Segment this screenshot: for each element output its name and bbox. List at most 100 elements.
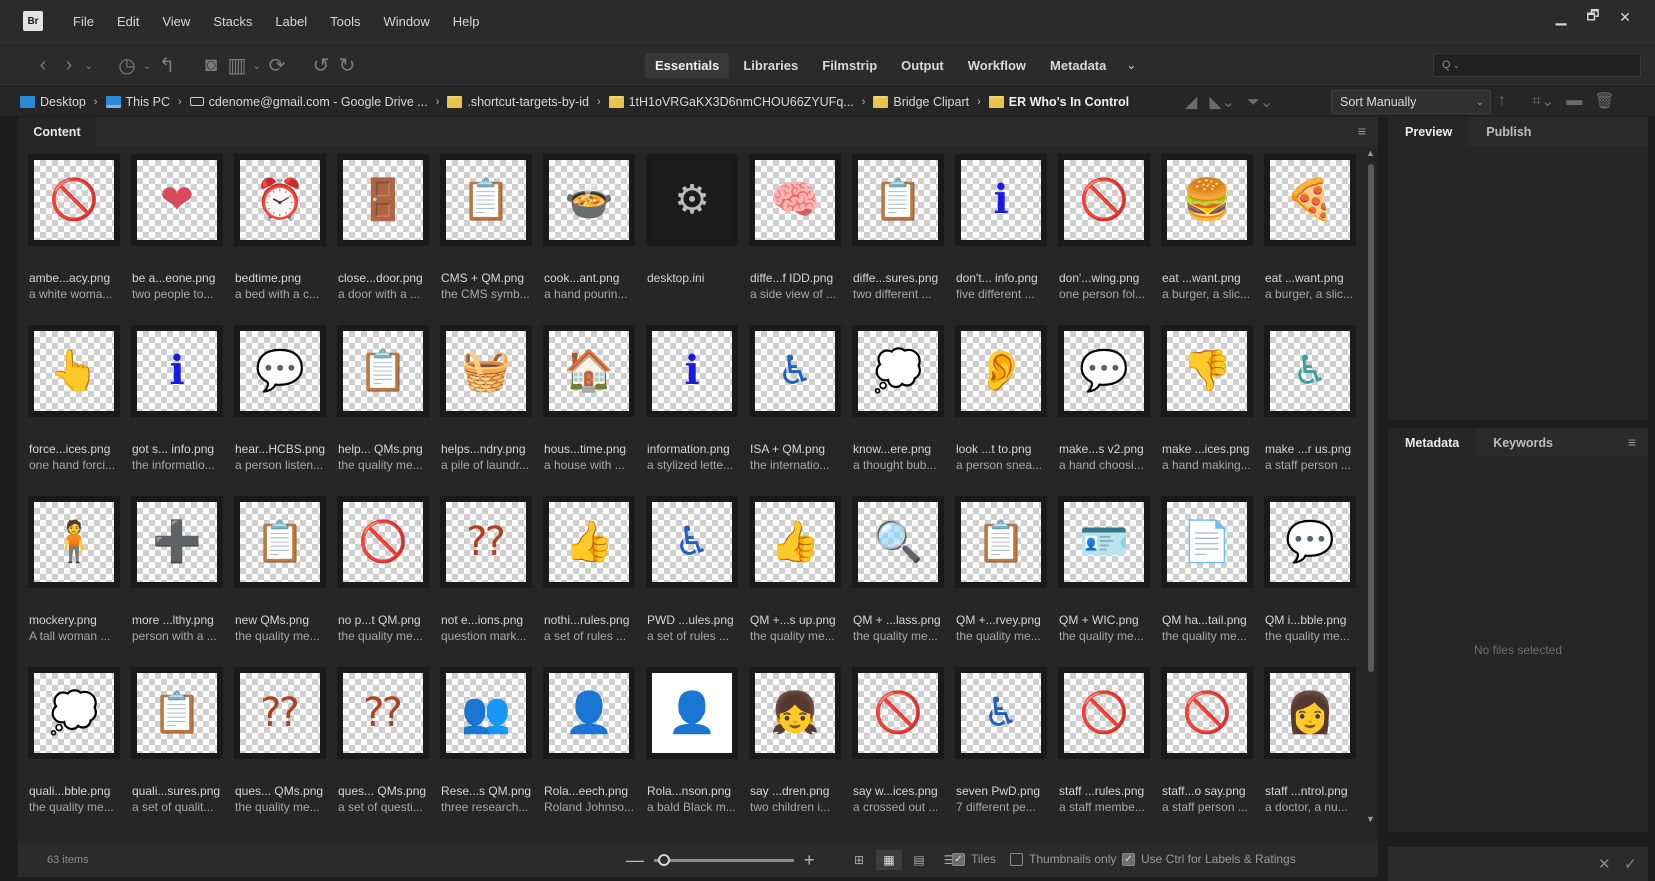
zoom-slider-knob[interactable] bbox=[658, 854, 670, 866]
thumbnail-frame[interactable]: 🚫 bbox=[852, 667, 944, 759]
tab-content[interactable]: Content bbox=[18, 117, 96, 146]
file-thumbnail[interactable]: ℹ got s... info.png the informatio... bbox=[127, 325, 230, 496]
file-thumbnail[interactable]: 🧺 helps...ndry.png a pile of laundr... bbox=[436, 325, 539, 496]
file-thumbnail[interactable]: ♿ PWD ...ules.png a set of rules ... bbox=[642, 496, 745, 667]
return-icon[interactable]: ↰ bbox=[154, 53, 180, 78]
thumbnail-frame[interactable]: ♿ bbox=[955, 667, 1047, 759]
breadcrumb-item[interactable]: This PC bbox=[105, 95, 170, 109]
breadcrumb-item[interactable]: Bridge Clipart bbox=[873, 95, 969, 109]
thumbnails-only-checkbox[interactable] bbox=[1010, 852, 1023, 866]
file-thumbnail[interactable]: 🧠 diffe...f IDD.png a side view of ... bbox=[745, 154, 848, 325]
workspace-essentials[interactable]: Essentials bbox=[645, 52, 730, 78]
thumbnail-frame[interactable]: ➕ bbox=[131, 496, 223, 588]
file-thumbnail[interactable]: 🏠 hous...time.png a house with ... bbox=[539, 325, 642, 496]
thumbnail-frame[interactable]: 🚪 bbox=[337, 154, 429, 246]
refine-icon[interactable]: ▥ bbox=[224, 53, 250, 78]
file-thumbnail[interactable]: 💬 hear...HCBS.png a person listen... bbox=[230, 325, 333, 496]
file-thumbnail[interactable]: 👥 Rese...s QM.png three research... bbox=[436, 667, 539, 838]
file-thumbnail[interactable]: 📋 new QMs.png the quality me... bbox=[230, 496, 333, 667]
thumbnail-frame[interactable]: ℹ bbox=[955, 154, 1047, 246]
file-thumbnail[interactable]: ♿ ISA + QM.png the internatio... bbox=[745, 325, 848, 496]
file-thumbnail[interactable]: 🪪 QM + WIC.png the quality me... bbox=[1054, 496, 1157, 667]
thumbnail-frame[interactable]: 💬 bbox=[1264, 496, 1356, 588]
thumbnail-frame[interactable]: ❤ bbox=[131, 154, 223, 246]
rotate-right-icon[interactable]: ↻ bbox=[334, 53, 360, 78]
thumbnail-frame[interactable]: ♿ bbox=[1264, 325, 1356, 417]
thumbnail-frame[interactable]: 🔍 bbox=[852, 496, 944, 588]
thumbnail-frame[interactable]: 👧 bbox=[749, 667, 841, 759]
scroll-up-icon[interactable]: ▲ bbox=[1366, 148, 1375, 158]
refresh-icon[interactable]: ⟳ bbox=[264, 53, 290, 78]
chevron-down-icon[interactable]: ⌄ bbox=[140, 59, 154, 72]
file-thumbnail[interactable]: ➕ more ...lthy.png person with a ... bbox=[127, 496, 230, 667]
thumbnail-frame[interactable]: 💬 bbox=[234, 325, 326, 417]
file-thumbnail[interactable]: 🍲 cook...ant.png a hand pourin... bbox=[539, 154, 642, 325]
breadcrumb-item[interactable]: 1tH1oVRGaKX3D6nmCHOU66ZYUFq... bbox=[608, 95, 854, 109]
file-thumbnail[interactable]: ℹ information.png a stylized lette... bbox=[642, 325, 745, 496]
file-thumbnail[interactable]: 👤 Rola...nson.png a bald Black m... bbox=[642, 667, 745, 838]
file-thumbnail[interactable]: 🚫 say w...ices.png a crossed out ... bbox=[848, 667, 951, 838]
thumbnail-frame[interactable]: 👂 bbox=[955, 325, 1047, 417]
thumbnail-frame[interactable]: 🏠 bbox=[543, 325, 635, 417]
thumbnail-frame[interactable]: 💬 bbox=[1058, 325, 1150, 417]
file-thumbnail[interactable]: 🔍 QM + ...lass.png the quality me... bbox=[848, 496, 951, 667]
file-thumbnail[interactable]: 👎 make ...ices.png a hand making... bbox=[1157, 325, 1260, 496]
file-thumbnail[interactable]: ⁇ not e...ions.png question mark... bbox=[436, 496, 539, 667]
file-thumbnail[interactable]: ❤ be a...eone.png two people to... bbox=[127, 154, 230, 325]
menu-tools[interactable]: Tools bbox=[320, 14, 370, 29]
thumbnail-frame[interactable]: ⁇ bbox=[440, 496, 532, 588]
file-thumbnail[interactable]: 🍔 eat ...want.png a burger, a slic... bbox=[1157, 154, 1260, 325]
tiles-option[interactable]: ✓ Tiles bbox=[952, 852, 996, 866]
thumbnail-frame[interactable]: 📋 bbox=[337, 325, 429, 417]
workspace-libraries[interactable]: Libraries bbox=[733, 53, 808, 78]
menu-file[interactable]: File bbox=[63, 14, 104, 29]
thumbnail-frame[interactable]: 🍲 bbox=[543, 154, 635, 246]
thumbnail-frame[interactable]: 🚫 bbox=[1161, 667, 1253, 759]
cancel-icon[interactable]: ✕ bbox=[1598, 855, 1611, 873]
minimize-button[interactable]: ▁ bbox=[1545, 5, 1577, 29]
menu-label[interactable]: Label bbox=[265, 14, 317, 29]
file-thumbnail[interactable]: 🚫 ambe...acy.png a white woma... bbox=[24, 154, 127, 325]
panel-menu-icon[interactable]: ≡ bbox=[1628, 434, 1636, 450]
thumbnail-frame[interactable]: ♿ bbox=[749, 325, 841, 417]
tiles-checkbox[interactable]: ✓ bbox=[952, 852, 965, 866]
tab-metadata[interactable]: Metadata bbox=[1388, 428, 1477, 457]
chevron-down-icon[interactable]: ⌄ bbox=[250, 59, 264, 72]
thumbnail-frame[interactable]: ♿ bbox=[646, 496, 738, 588]
tab-preview[interactable]: Preview bbox=[1388, 117, 1470, 146]
close-button[interactable]: ✕ bbox=[1609, 5, 1641, 29]
file-thumbnail[interactable]: ℹ don't... info.png five different ... bbox=[951, 154, 1054, 325]
scroll-thumb[interactable] bbox=[1368, 164, 1374, 672]
content-scrollbar[interactable]: ▲ ▼ bbox=[1364, 146, 1378, 826]
thumbnail-frame[interactable]: 🚫 bbox=[1058, 154, 1150, 246]
file-thumbnail[interactable]: 🧍 mockery.png A tall woman ... bbox=[24, 496, 127, 667]
thumbnail-frame[interactable]: 🍔 bbox=[1161, 154, 1253, 246]
thumbnail-frame[interactable]: 👥 bbox=[440, 667, 532, 759]
thumbnail-frame[interactable]: 👤 bbox=[543, 667, 635, 759]
recent-icon[interactable]: ◷ bbox=[114, 53, 140, 78]
filter-icon[interactable]: ⏷⌄ bbox=[1247, 92, 1273, 112]
workspace-filmstrip[interactable]: Filmstrip bbox=[812, 53, 887, 78]
thumbnail-frame[interactable]: 🚫 bbox=[1058, 667, 1150, 759]
thumbnail-frame[interactable]: ℹ bbox=[131, 325, 223, 417]
file-thumbnail[interactable]: ♿ seven PwD.png 7 different pe... bbox=[951, 667, 1054, 838]
thumbnail-frame[interactable]: ⚙ bbox=[646, 154, 738, 246]
open-recent-icon[interactable]: ⌗⌄ bbox=[1532, 91, 1554, 111]
thumbnail-frame[interactable]: 🧍 bbox=[28, 496, 120, 588]
thumbnail-view-icon[interactable]: ▦ bbox=[876, 850, 902, 870]
thumbnail-frame[interactable]: 💭 bbox=[28, 667, 120, 759]
thumbnail-frame[interactable]: 💭 bbox=[852, 325, 944, 417]
thumbnail-frame[interactable]: 🧺 bbox=[440, 325, 532, 417]
rating-filter-icon[interactable]: ◢ bbox=[1185, 92, 1197, 112]
chevron-down-icon[interactable]: ⌄ bbox=[82, 59, 96, 72]
sort-dropdown[interactable]: Sort Manually ⌄ bbox=[1331, 90, 1491, 114]
breadcrumb-item[interactable]: ER Who's In Control bbox=[988, 95, 1129, 109]
file-thumbnail[interactable]: 🚫 no p...t QM.png the quality me... bbox=[333, 496, 436, 667]
file-thumbnail[interactable]: 👍 QM +...s up.png the quality me... bbox=[745, 496, 848, 667]
zoom-out-button[interactable]: — bbox=[626, 850, 644, 871]
thumbnail-frame[interactable]: 🧠 bbox=[749, 154, 841, 246]
forward-icon[interactable]: › bbox=[56, 54, 82, 77]
thumbnail-frame[interactable]: ⁇ bbox=[337, 667, 429, 759]
apply-icon[interactable]: ✓ bbox=[1624, 855, 1637, 873]
delete-icon[interactable]: 🗑 bbox=[1594, 91, 1614, 111]
